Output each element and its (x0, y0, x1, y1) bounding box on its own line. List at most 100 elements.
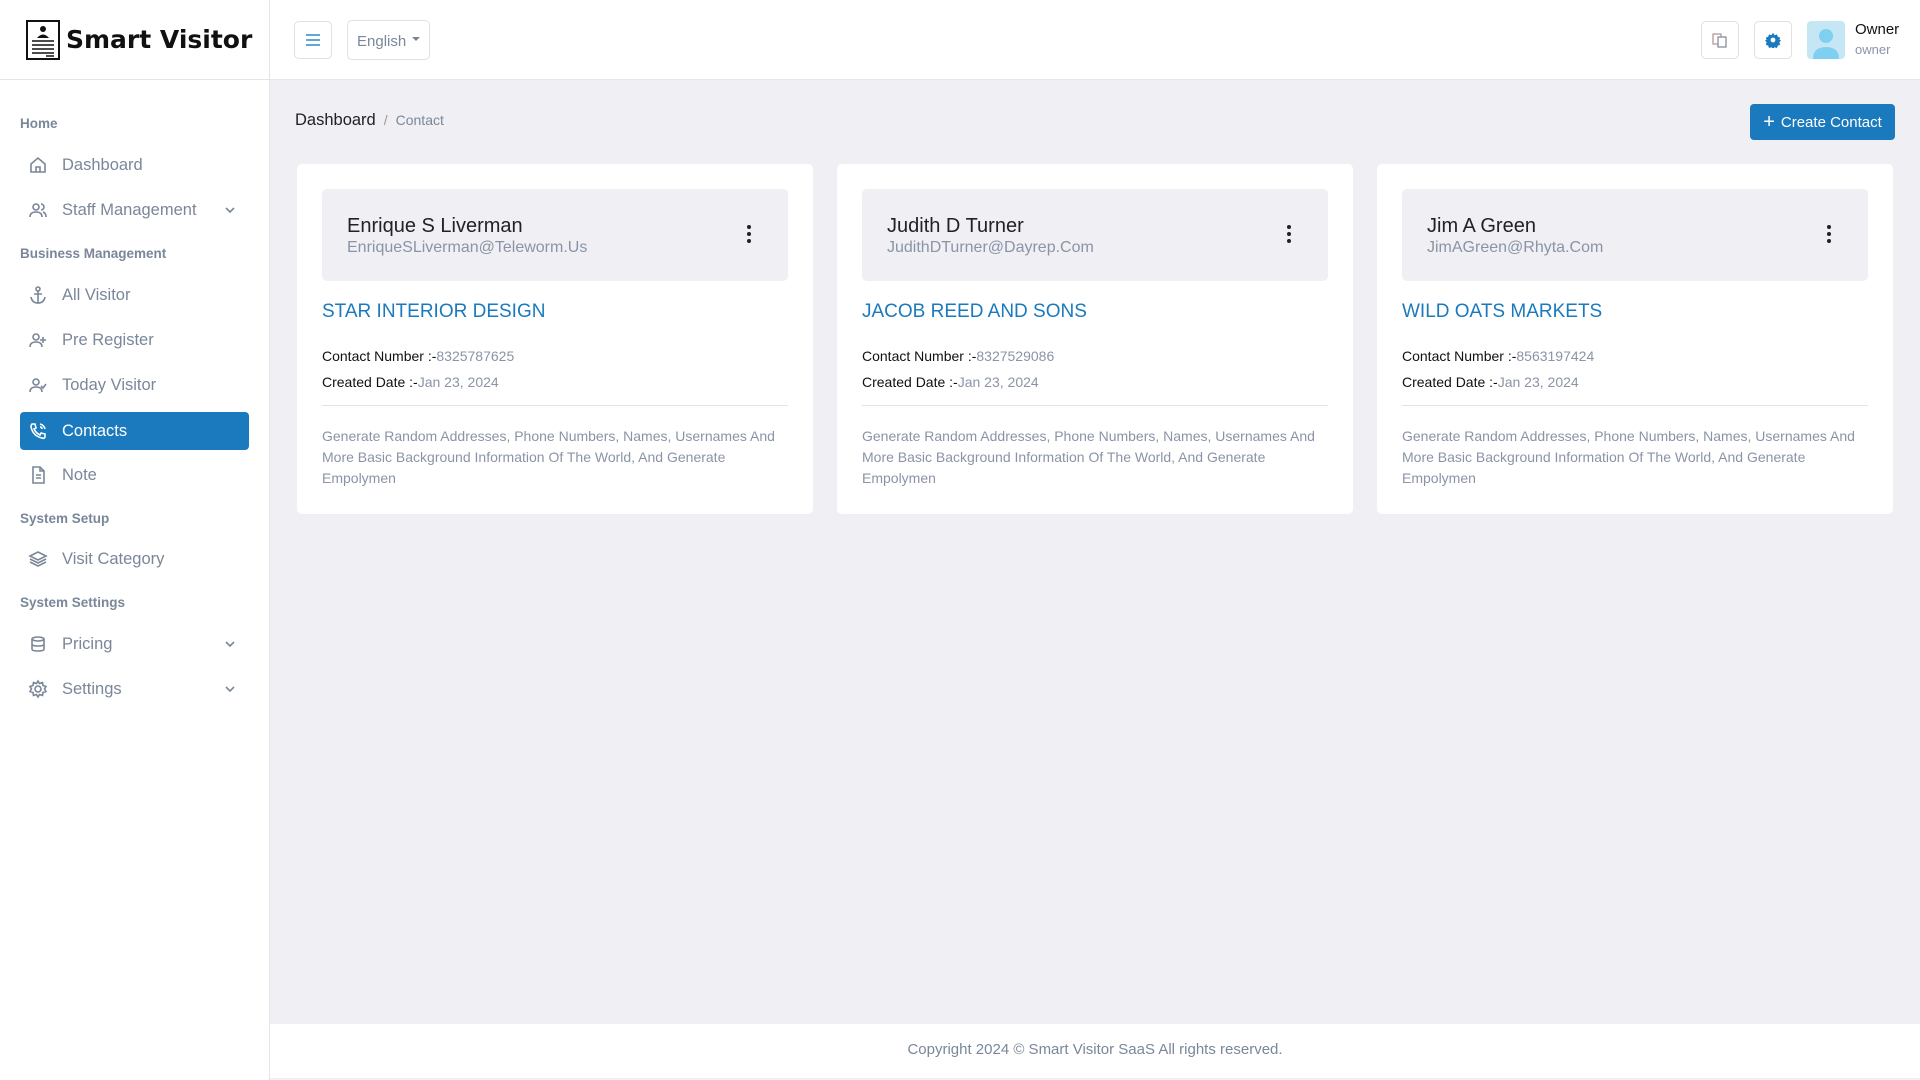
user-check-icon (29, 378, 47, 393)
breadcrumb-separator: / (383, 112, 388, 128)
sidebar-item-note[interactable]: Note (20, 456, 249, 494)
contact-number: Contact Number :-8563197424 (1402, 348, 1594, 364)
avatar[interactable] (1807, 21, 1845, 59)
top-bar: English Owner owner (270, 0, 1920, 80)
contact-card: Jim A Green JimAGreen@Rhyta.Com WILD OAT… (1377, 164, 1893, 514)
contact-card-header: Enrique S Liverman EnriqueSLiverman@Tele… (322, 189, 788, 281)
created-date-value: Jan 23, 2024 (957, 374, 1039, 390)
brand-name: Smart Visitor (66, 25, 253, 54)
label: Visit Category (62, 549, 165, 568)
user-avatar-icon (1813, 29, 1839, 59)
copy-icon (1712, 33, 1727, 48)
sidebar-item-visit-category[interactable]: Visit Category (20, 540, 249, 578)
contact-number-label: Contact Number :- (862, 348, 977, 364)
sidebar-item-dashboard[interactable]: Dashboard (20, 146, 249, 184)
breadcrumb-current: Contact (395, 112, 444, 128)
contact-number-value: 8327529086 (976, 348, 1055, 364)
section-business-management: Business Management (20, 246, 167, 261)
created-date-label: Created Date :- (322, 374, 418, 390)
plus-icon: + (1763, 111, 1775, 133)
contact-card-header: Jim A Green JimAGreen@Rhyta.Com (1402, 189, 1868, 281)
created-date: Created Date :-Jan 23, 2024 (862, 374, 1039, 390)
contact-company: WILD OATS MARKETS (1402, 301, 1603, 322)
sidebar: Smart Visitor Home Dashboard Staff Manag… (0, 0, 270, 1080)
label: All Visitor (62, 285, 131, 304)
label: Contacts (62, 421, 128, 440)
contact-number: Contact Number :-8325787625 (322, 348, 514, 364)
sidebar-item-settings[interactable]: Settings (20, 670, 249, 708)
contact-number-value: 8325787625 (436, 348, 515, 364)
contact-email: EnriqueSLiverman@Teleworm.Us (347, 239, 588, 256)
brand-logo[interactable]: Smart Visitor (0, 0, 269, 80)
created-date: Created Date :-Jan 23, 2024 (1402, 374, 1579, 390)
contact-description: Generate Random Addresses, Phone Numbers… (1402, 428, 1855, 486)
label: Note (62, 465, 97, 484)
more-options-icon[interactable] (747, 225, 753, 243)
contact-number-value: 8563197424 (1516, 348, 1595, 364)
contact-name: Jim A Green (1427, 215, 1536, 237)
breadcrumb-dashboard[interactable]: Dashboard (295, 111, 376, 129)
user-plus-icon (29, 333, 46, 348)
contact-company: STAR INTERIOR DESIGN (322, 301, 546, 322)
more-options-icon[interactable] (1287, 225, 1293, 243)
label: Pre Register (62, 330, 154, 349)
contact-card-header: Judith D Turner JudithDTurner@Dayrep.Com (862, 189, 1328, 281)
document-icon (32, 466, 45, 484)
chevron-down-icon (225, 641, 235, 648)
anchor-icon (30, 286, 46, 304)
contact-email: JudithDTurner@Dayrep.Com (887, 239, 1094, 256)
gear-icon (28, 679, 48, 699)
label: Settings (62, 679, 122, 698)
chevron-down-icon (225, 207, 235, 214)
gear-icon (1765, 32, 1781, 48)
contact-email: JimAGreen@Rhyta.Com (1427, 239, 1604, 256)
contact-description: Generate Random Addresses, Phone Numbers… (862, 428, 1315, 486)
section-system-setup: System Setup (20, 511, 110, 526)
breadcrumb: Dashboard / Contact (295, 111, 444, 130)
label: Pricing (62, 634, 113, 653)
database-icon (31, 636, 45, 652)
label: Today Visitor (62, 375, 157, 394)
contact-name: Judith D Turner (887, 215, 1024, 237)
sidebar-item-pricing[interactable]: Pricing (20, 625, 249, 663)
menu-toggle-button[interactable] (294, 21, 332, 59)
sidebar-item-contacts[interactable]: Contacts (20, 412, 249, 450)
contact-number: Contact Number :-8327529086 (862, 348, 1054, 364)
user-name: Owner (1855, 21, 1900, 38)
section-home: Home (20, 116, 58, 131)
language-select[interactable]: English (347, 20, 430, 60)
sidebar-item-today-visitor[interactable]: Today Visitor (20, 366, 249, 404)
sidebar-item-all-visitor[interactable]: All Visitor (20, 276, 249, 314)
hamburger-icon (306, 34, 320, 46)
divider (1402, 405, 1868, 406)
footer: Copyright 2024 © Smart Visitor SaaS All … (270, 1024, 1920, 1078)
layers-icon (28, 551, 48, 567)
label: Staff Management (62, 200, 197, 219)
contact-number-label: Contact Number :- (1402, 348, 1517, 364)
divider (862, 405, 1328, 406)
contact-number-label: Contact Number :- (322, 348, 437, 364)
label: Dashboard (62, 155, 143, 174)
contact-card: Enrique S Liverman EnriqueSLiverman@Tele… (297, 164, 813, 514)
sidebar-item-pre-register[interactable]: Pre Register (20, 321, 249, 359)
section-system-settings: System Settings (20, 595, 126, 610)
settings-button[interactable] (1754, 21, 1792, 59)
copy-button[interactable] (1701, 21, 1739, 59)
created-date: Created Date :-Jan 23, 2024 (322, 374, 499, 390)
contact-description: Generate Random Addresses, Phone Numbers… (322, 428, 775, 486)
phone-call-icon (30, 423, 46, 440)
contact-company: JACOB REED AND SONS (862, 301, 1087, 322)
sidebar-item-staff-management[interactable]: Staff Management (20, 191, 249, 229)
user-role: owner (1855, 42, 1891, 57)
contact-name: Enrique S Liverman (347, 215, 523, 237)
created-date-value: Jan 23, 2024 (1497, 374, 1579, 390)
created-date-value: Jan 23, 2024 (417, 374, 499, 390)
home-icon (30, 156, 46, 173)
created-date-label: Created Date :- (1402, 374, 1498, 390)
created-date-label: Created Date :- (862, 374, 958, 390)
contact-card: Judith D Turner JudithDTurner@Dayrep.Com… (837, 164, 1353, 514)
more-options-icon[interactable] (1827, 225, 1833, 243)
users-icon (29, 203, 47, 218)
chevron-down-icon (225, 686, 235, 693)
create-contact-button[interactable]: + Create Contact (1750, 104, 1895, 140)
